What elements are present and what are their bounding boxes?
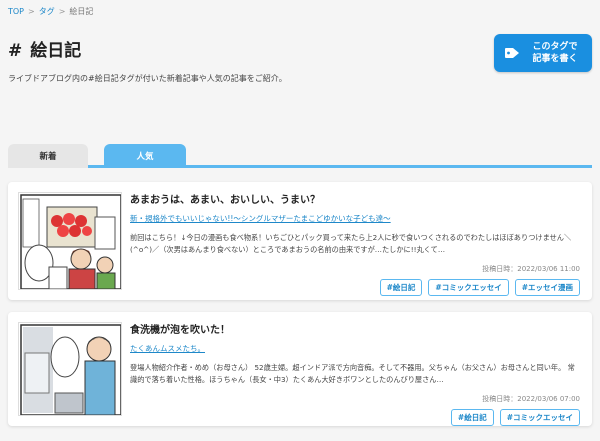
tab-popular[interactable]: 人気 bbox=[104, 144, 186, 168]
tag-chip[interactable]: #コミックエッセイ bbox=[499, 409, 580, 426]
comic-illustration bbox=[19, 323, 121, 415]
breadcrumb-top-link[interactable]: TOP bbox=[8, 7, 24, 16]
article-thumbnail[interactable] bbox=[18, 192, 122, 290]
cta-line-1: このタグで bbox=[532, 42, 578, 52]
tag-chip[interactable]: #コミックエッセイ bbox=[428, 279, 509, 296]
tag-list: #絵日記 #コミックエッセイ #エッセイ漫画 bbox=[130, 279, 580, 296]
article-thumbnail[interactable] bbox=[18, 322, 122, 416]
tag-description: ライブドアブログ内の#絵日記タグが付いた新着記事や人気の記事をご紹介。 bbox=[8, 74, 287, 83]
article-excerpt: 前回はこちら！↓今日の漫画も食べ物系！いちごひとパック買って来たら上2人に秒で食… bbox=[130, 233, 572, 254]
breadcrumb-tag-link[interactable]: タグ bbox=[39, 6, 55, 17]
page-title: # 絵日記 bbox=[8, 36, 81, 61]
page-title-text: 絵日記 bbox=[30, 41, 82, 61]
hash-symbol: # bbox=[8, 41, 23, 61]
tag-chip[interactable]: #絵日記 bbox=[450, 409, 494, 426]
article-body: 食洗機が泡を吹いた！ たくあんムスメたち。 登場人物紹介作者・めめ（お母さん） … bbox=[130, 321, 580, 426]
tag-list: #絵日記 #コミックエッセイ bbox=[130, 409, 580, 426]
breadcrumb-current: 絵日記 bbox=[69, 7, 94, 16]
tab-bar: 新着 人気 bbox=[8, 144, 592, 168]
tag-icon bbox=[505, 48, 519, 58]
tag-chip[interactable]: #絵日記 bbox=[379, 279, 423, 296]
breadcrumb: TOP > タグ > 絵日記 bbox=[8, 6, 93, 17]
blog-name-link[interactable]: 新・規格外でもいいじゃない!!〜シングルマザーたまこどゆかいな子ども達〜 bbox=[130, 213, 580, 224]
article-card[interactable]: 食洗機が泡を吹いた！ たくあんムスメたち。 登場人物紹介作者・めめ（お母さん） … bbox=[8, 312, 592, 426]
cta-line-2: 記事を書く bbox=[532, 54, 578, 64]
tag-chip[interactable]: #エッセイ漫画 bbox=[514, 279, 580, 296]
tab-new[interactable]: 新着 bbox=[8, 144, 88, 168]
article-title[interactable]: あまおうは、あまい、おいしい、うまい？ bbox=[130, 191, 580, 206]
post-date: 投稿日時：2022/03/06 11:00 bbox=[482, 265, 580, 273]
write-article-label: このタグで 記事を書く bbox=[528, 41, 582, 65]
comic-illustration bbox=[19, 193, 121, 289]
breadcrumb-separator: > bbox=[28, 7, 35, 16]
article-body: あまおうは、あまい、おいしい、うまい？ 新・規格外でもいいじゃない!!〜シングル… bbox=[130, 191, 580, 296]
write-article-button[interactable]: このタグで 記事を書く bbox=[494, 34, 592, 72]
article-excerpt: 登場人物紹介作者・めめ（お母さん） 52歳主婦。超インドア派で方向音痴。そして不… bbox=[130, 363, 575, 384]
post-date: 投稿日時：2022/03/06 07:00 bbox=[482, 395, 580, 403]
breadcrumb-separator: > bbox=[58, 7, 66, 16]
article-title[interactable]: 食洗機が泡を吹いた！ bbox=[130, 321, 580, 336]
blog-name-link[interactable]: たくあんムスメたち。 bbox=[130, 343, 580, 354]
article-card[interactable]: あまおうは、あまい、おいしい、うまい？ 新・規格外でもいいじゃない!!〜シングル… bbox=[8, 182, 592, 300]
